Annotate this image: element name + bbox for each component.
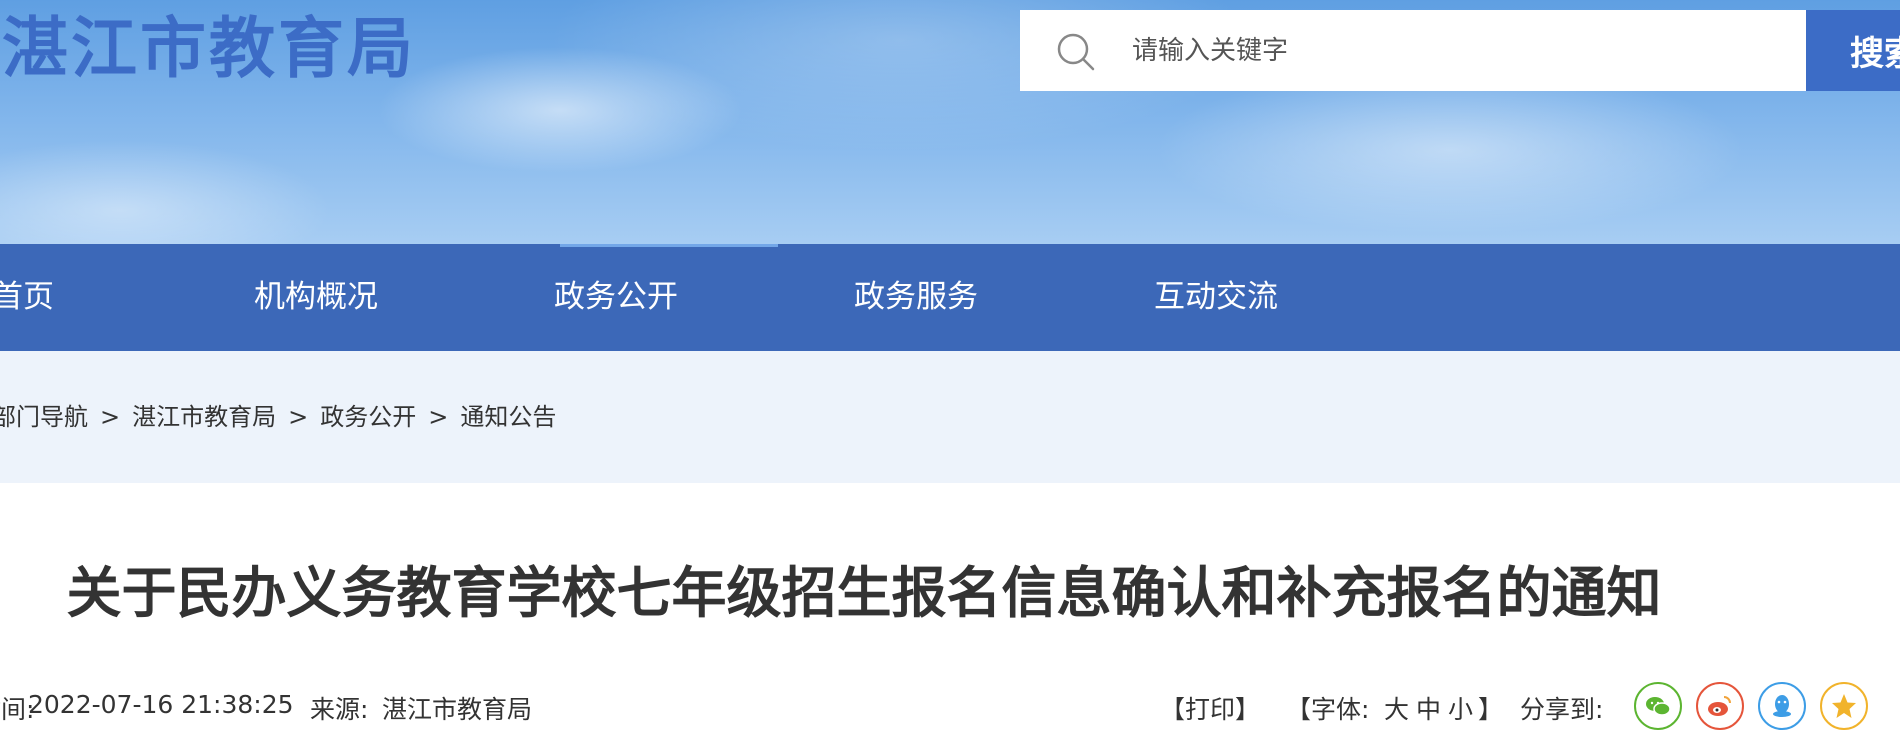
wechat-icon[interactable] <box>1634 682 1682 730</box>
weibo-icon[interactable] <box>1696 682 1744 730</box>
nav-item-about[interactable]: 机构概况 <box>254 244 378 351</box>
publish-time: 2022-07-16 21:38:25 <box>28 690 294 719</box>
nav-item-gov-affairs-open[interactable]: 政务公开 <box>554 244 678 351</box>
nav-item-interaction[interactable]: 互动交流 <box>1154 244 1278 351</box>
font-size-close: 】 <box>1478 695 1504 724</box>
breadcrumb-separator: > <box>428 403 449 431</box>
breadcrumb-separator: > <box>288 403 309 431</box>
site-title[interactable]: 湛江市教育局 <box>2 6 416 92</box>
search-button[interactable]: 搜索 <box>1806 10 1900 91</box>
print-button[interactable]: 【打印】 <box>1160 690 1260 726</box>
search-box <box>1020 10 1806 91</box>
source-value: 湛江市教育局 <box>382 695 533 724</box>
search-input[interactable] <box>1132 10 1782 91</box>
breadcrumb-item[interactable]: 政务公开 <box>320 397 416 432</box>
header-banner: 湛江市教育局 搜索 <box>0 0 1900 244</box>
breadcrumb-item[interactable]: 通知公告 <box>460 397 556 432</box>
font-size-large[interactable]: 大 <box>1384 690 1409 726</box>
breadcrumb-item[interactable]: 部门导航 <box>0 397 88 432</box>
qq-icon[interactable] <box>1758 682 1806 730</box>
search-icon <box>1057 33 1095 71</box>
nav-item-gov-services[interactable]: 政务服务 <box>854 244 978 351</box>
qzone-icon[interactable] <box>1820 682 1868 730</box>
breadcrumb-item[interactable]: 湛江市教育局 <box>132 397 276 432</box>
font-size-small[interactable]: 小 <box>1448 690 1473 726</box>
breadcrumb-bar: 部门导航 > 湛江市教育局 > 政务公开 > 通知公告 <box>0 351 1900 483</box>
breadcrumb-separator: > <box>100 403 121 431</box>
breadcrumb: 部门导航 > 湛江市教育局 > 政务公开 > 通知公告 <box>0 397 556 432</box>
share-label: 分享到: <box>1520 695 1604 724</box>
main-nav: 首页 机构概况 政务公开 政务服务 互动交流 <box>0 244 1900 351</box>
article-title: 关于民办义务教育学校七年级招生报名信息确认和补充报名的通知 <box>66 561 1662 625</box>
source-label: 来源: <box>310 695 369 724</box>
nav-item-home[interactable]: 首页 <box>0 244 54 351</box>
font-size-medium[interactable]: 中 <box>1416 690 1441 726</box>
font-size-label: 【字体: <box>1286 695 1370 724</box>
